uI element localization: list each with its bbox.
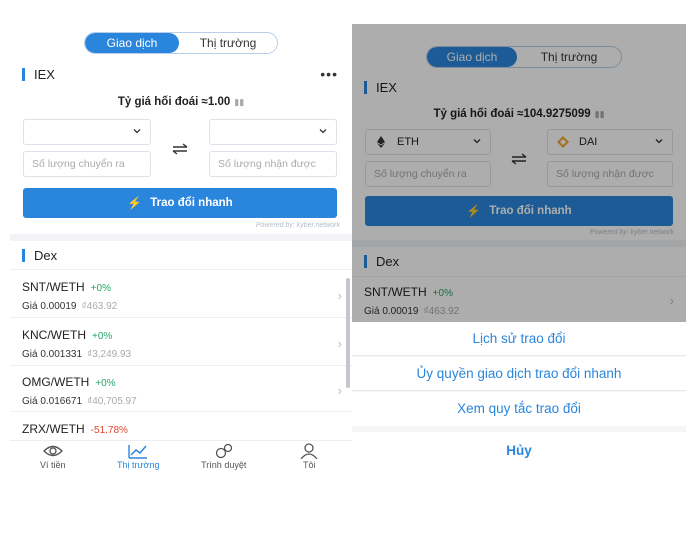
iex-title: IEX — [34, 67, 55, 82]
tab-market-label: Thị trường — [117, 460, 160, 470]
signal-bars-icon: ▮▮ — [234, 97, 245, 107]
iex-header: IEX — [22, 67, 55, 82]
segment-control: Giao dịch Thị trường — [84, 32, 278, 54]
view-exchange-rules-option[interactable]: Xem quy tắc trao đổi — [352, 392, 686, 426]
wallet-icon — [42, 445, 63, 457]
quick-swap-button[interactable]: ⚡ Trao đổi nhanh — [23, 188, 337, 218]
left-screen: Giao dịch Thị trường IEX ••• Tỷ giá hối … — [10, 10, 352, 470]
pair-fiat: ₫3,249.93 — [87, 349, 132, 360]
exchange-rate: Tỷ giá hối đoái ≈1.00 ▮▮ — [10, 96, 352, 108]
chevron-right-icon: › — [337, 288, 342, 303]
tab-profile[interactable]: Tôi — [267, 441, 353, 470]
exchange-history-option[interactable]: Lịch sử trao đổi — [352, 322, 686, 356]
pair-change: +0% — [92, 331, 113, 342]
section-accent-bar — [22, 249, 25, 262]
tab-market-nav[interactable]: Thị trường — [96, 441, 182, 470]
authorize-quick-swap-option[interactable]: Ủy quyền giao dịch trao đổi nhanh — [352, 357, 686, 391]
pair-fiat: ₫40,705.97 — [87, 396, 137, 407]
cancel-button[interactable]: Hủy — [352, 432, 686, 470]
dex-header: Dex — [22, 248, 57, 263]
pair-row-snt[interactable]: SNT/WETH +0% Giá 0.00019 ₫463.92 › — [22, 278, 342, 312]
row-divider — [10, 317, 352, 318]
powered-by: Powered by: kyber.network — [255, 222, 340, 229]
tab-profile-label: Tôi — [302, 460, 316, 470]
pair-name: KNC/WETH — [22, 328, 86, 342]
chevron-right-icon: › — [337, 383, 342, 398]
chevron-down-icon — [133, 129, 141, 134]
receive-amount-input[interactable]: Số lượng nhận được — [209, 151, 337, 177]
pair-change: +0% — [90, 283, 111, 294]
pair-fiat: ₫463.92 — [81, 301, 118, 312]
pair-name: OMG/WETH — [22, 375, 90, 389]
more-options-button[interactable]: ••• — [320, 66, 338, 82]
pair-change: -51.78% — [90, 425, 128, 436]
tab-wallet[interactable]: Ví tiền — [10, 441, 96, 470]
bottom-tab-bar: Ví tiền Thị trường Trình duyệt Tôi — [10, 440, 352, 470]
row-divider — [10, 269, 352, 270]
tab-trade[interactable]: Giao dịch — [85, 33, 179, 53]
market-chart-icon — [128, 445, 148, 459]
pair-change: +0% — [95, 378, 116, 389]
swap-icon[interactable] — [171, 142, 189, 156]
chevron-right-icon: › — [337, 336, 342, 351]
exchange-rate-text: Tỷ giá hối đoái ≈1.00 — [117, 96, 231, 108]
browser-icon — [215, 443, 232, 459]
tab-wallet-label: Ví tiền — [39, 460, 66, 470]
pair-row-knc[interactable]: KNC/WETH +0% Giá 0.001331 ₫3,249.93 › — [22, 326, 342, 360]
dex-title: Dex — [34, 248, 58, 263]
pair-name: ZRX/WETH — [22, 422, 85, 436]
right-screen: Giao dịch Thị trường IEX Tỷ giá hối đoái… — [352, 24, 686, 470]
pair-row-zrx[interactable]: ZRX/WETH -51.78% — [22, 420, 342, 438]
row-divider — [10, 411, 352, 412]
scrollbar[interactable] — [346, 278, 350, 388]
row-divider — [10, 365, 352, 366]
chevron-down-icon — [319, 129, 327, 134]
pair-price: Giá 0.016671 — [22, 396, 83, 407]
modal-overlay[interactable] — [352, 24, 686, 322]
quick-swap-label: Trao đổi nhanh — [150, 197, 233, 209]
section-accent-bar — [22, 68, 25, 81]
tab-market[interactable]: Thị trường — [179, 33, 277, 53]
pair-name: SNT/WETH — [22, 280, 85, 294]
pair-price: Giá 0.001331 — [22, 349, 83, 360]
tab-browser[interactable]: Trình duyệt — [181, 441, 267, 470]
pair-row-omg[interactable]: OMG/WETH +0% Giá 0.016671 ₫40,705.97 › — [22, 373, 342, 407]
action-sheet: Lịch sử trao đổi Ủy quyền giao dịch trao… — [352, 322, 686, 470]
tab-browser-label: Trình duyệt — [201, 460, 247, 470]
profile-icon — [300, 443, 318, 459]
pair-price: Giá 0.00019 — [22, 301, 77, 312]
to-token-select[interactable] — [209, 119, 337, 145]
send-amount-input[interactable]: Số lượng chuyển ra — [23, 151, 151, 177]
lightning-icon: ⚡ — [127, 196, 143, 210]
from-token-select[interactable] — [23, 119, 151, 145]
section-divider — [10, 234, 352, 241]
